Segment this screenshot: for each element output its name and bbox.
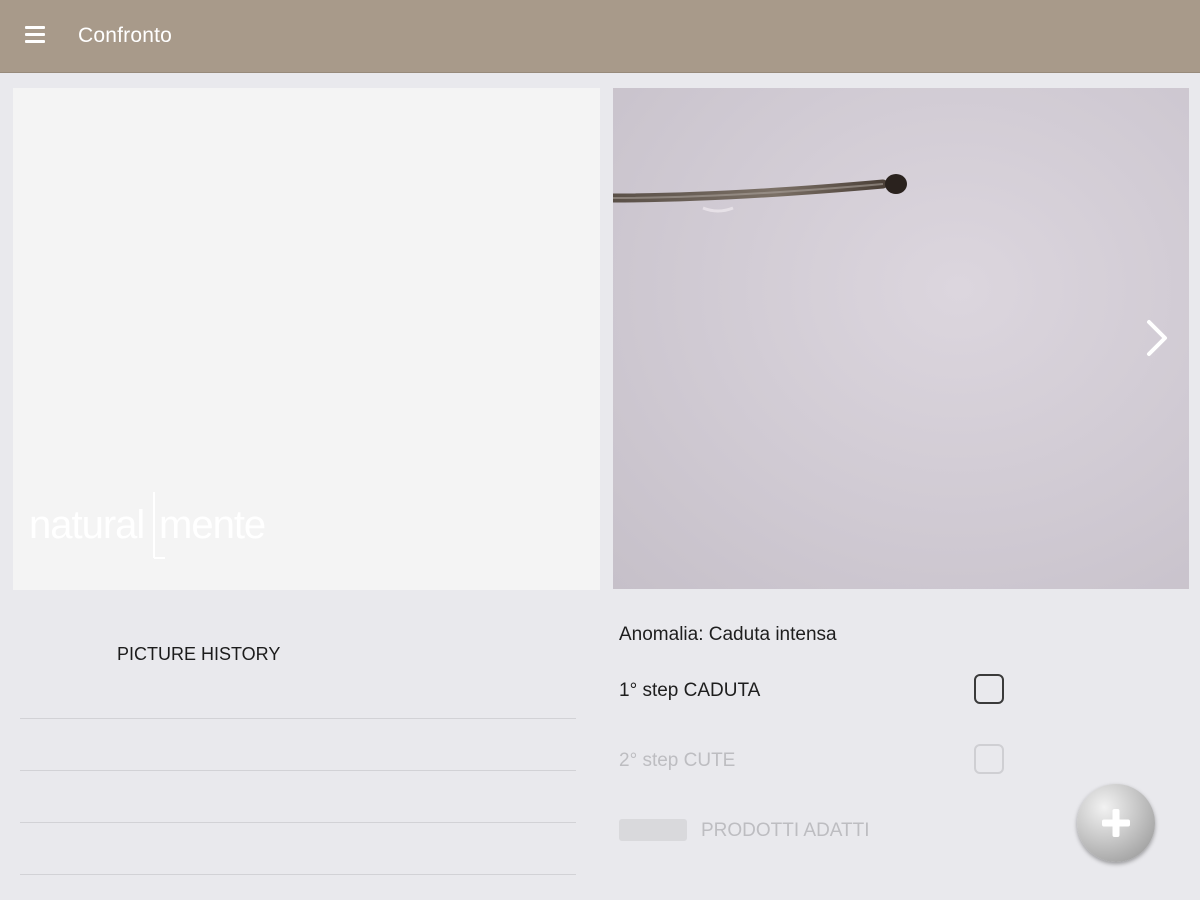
step1-label: 1° step CADUTA [619, 680, 761, 701]
comparison-left-panel: natural mente [13, 88, 600, 590]
add-button[interactable] [1077, 784, 1155, 862]
history-divider [20, 822, 576, 823]
step1-checkbox[interactable] [974, 674, 1004, 704]
picture-history-title[interactable]: PICTURE HISTORY [117, 644, 280, 665]
next-photo-chevron-icon[interactable] [1139, 316, 1175, 360]
products-toggle[interactable] [619, 819, 687, 841]
page-title: Confronto [78, 24, 173, 47]
svg-text:mente: mente [159, 503, 265, 547]
anomaly-label: Anomalia: Caduta intensa [619, 624, 837, 645]
history-divider [20, 874, 576, 875]
step2-label: 2° step CUTE [619, 750, 736, 771]
hamburger-menu-icon[interactable] [25, 26, 45, 44]
plus-icon [1102, 809, 1130, 837]
hair-photo [613, 88, 1189, 589]
history-divider [20, 718, 576, 719]
naturalmente-logo: natural mente [29, 486, 289, 562]
history-divider [20, 770, 576, 771]
svg-text:natural: natural [29, 503, 144, 547]
step2-checkbox[interactable] [974, 744, 1004, 774]
hair-strand-image [613, 174, 907, 213]
products-label[interactable]: PRODOTTI ADATTI [701, 820, 870, 842]
top-app-bar: Confronto [0, 0, 1200, 73]
